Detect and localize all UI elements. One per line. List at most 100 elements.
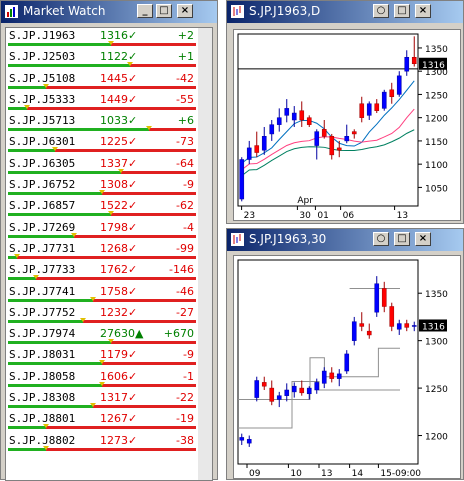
symbol-label: S.JP.J6752 <box>9 178 76 192</box>
close-button[interactable]: × <box>415 4 431 18</box>
market-watch-row[interactable]: S.JP.J7741 1758✓ -46 <box>6 284 212 305</box>
market-watch-title: Market Watch <box>23 4 106 18</box>
price-value: 1308✓ <box>100 178 138 192</box>
triangle-marker-icon <box>99 360 105 365</box>
market-watch-row[interactable]: S.JP.J6857 1522✓ -62 <box>6 198 212 219</box>
maximize-button[interactable]: □ <box>156 4 172 18</box>
daily-chart-title: S.JP.J1963,D <box>249 4 321 18</box>
maximize-button[interactable]: □ <box>394 232 410 246</box>
triangle-marker-icon <box>108 211 115 216</box>
candle-body <box>299 387 305 394</box>
triangle-marker-icon <box>99 190 105 195</box>
range-bar <box>8 339 196 345</box>
intraday-chart-pane[interactable]: 1350 1300 1250 1200 09 10 13 14 15-09:00 1316 <box>233 255 461 479</box>
market-watch-row[interactable]: S.JP.J5713 1033✓ +6 <box>6 113 212 134</box>
price-value: 1317✓ <box>100 391 138 405</box>
price-value: 1762✓ <box>100 263 138 277</box>
maximize-button[interactable]: □ <box>394 4 410 18</box>
close-button[interactable]: × <box>177 4 193 18</box>
x-tick-label: 09 <box>249 469 261 478</box>
range-bar <box>8 41 196 46</box>
market-watch-row[interactable]: S.JP.J7731 1268✓ -99 <box>6 241 212 262</box>
y-tick-label: 1350 <box>425 45 448 55</box>
candle-body <box>374 103 380 111</box>
candle-body <box>389 89 395 98</box>
change-value: -46 <box>176 284 194 298</box>
symbol-label: S.JP.J7741 <box>9 284 76 298</box>
symbol-label: S.JP.J7733 <box>9 263 76 277</box>
close-button[interactable]: × <box>415 232 431 246</box>
symbol-label: S.JP.J6305 <box>9 156 76 170</box>
daily-chart-titlebar[interactable]: S.JP.J1963,D ○ □ × <box>227 1 463 23</box>
x-tick-label: 13 <box>397 211 408 220</box>
triangle-marker-icon <box>99 381 105 386</box>
market-watch-row[interactable]: S.JP.J7974 27630▲ +670 <box>6 326 212 347</box>
price-value: 1273✓ <box>100 433 138 447</box>
scrollbar[interactable] <box>198 28 212 480</box>
x-tick-label: 01 <box>317 211 328 220</box>
month-label: Apr <box>297 196 313 206</box>
daily-candlestick-chart: 135013001250120011501100105023 30 01 06 13Ap… <box>237 33 448 220</box>
candle-body <box>314 131 320 146</box>
market-watch-row[interactable]: S.JP.J5108 1445✓ -42 <box>6 71 212 92</box>
restore-button[interactable]: ○ <box>373 4 389 18</box>
triangle-marker-icon <box>70 232 77 237</box>
intraday-chart-title: S.JP.J1963,30 <box>249 232 327 246</box>
candle-body <box>254 145 260 153</box>
market-watch-row[interactable]: S.JP.J7269 1798✓ -4 <box>6 220 212 241</box>
triangle-marker-icon <box>14 253 21 258</box>
candle-body <box>344 136 350 142</box>
triangle-marker-icon <box>80 317 87 322</box>
price-value: 1522✓ <box>100 199 138 213</box>
market-watch-row[interactable]: S.JP.J6752 1308✓ -9 <box>6 177 212 198</box>
candle-body <box>396 75 402 95</box>
candle-body <box>359 103 365 118</box>
candle-body <box>381 91 387 109</box>
symbol-label: S.JP.J5333 <box>9 92 76 106</box>
candle-body <box>366 103 372 116</box>
market-watch-row[interactable]: S.JP.J7752 1232✓ -27 <box>6 305 212 326</box>
candle-body <box>389 306 395 327</box>
price-value: 1449✓ <box>100 92 138 106</box>
market-watch-row[interactable]: S.JP.J6305 1337✓ -64 <box>6 156 212 177</box>
x-tick-label: 10 <box>290 469 302 478</box>
market-watch-row[interactable]: S.JP.J8801 1267✓ -19 <box>6 411 212 432</box>
market-watch-list[interactable]: S.JP.J1963 1316✓ +2 S.JP.J2503 1122✓ +1 S.JP.J… <box>5 27 213 481</box>
candle-body <box>344 353 350 372</box>
market-watch-row[interactable]: S.JP.J1963 1316✓ +2 <box>6 28 212 49</box>
change-value: -73 <box>176 135 194 149</box>
change-value: -38 <box>176 433 194 447</box>
intraday-candlestick-chart: 1350 1300 1250 1200 09 10 13 14 15-09:00 1316 <box>237 259 448 478</box>
market-watch-row[interactable]: S.JP.J8802 1273✓ -38 <box>6 433 212 454</box>
candle-body <box>411 56 417 65</box>
price-value: 1179✓ <box>100 348 138 362</box>
chart-icon <box>231 233 244 246</box>
change-value: -22 <box>176 391 194 405</box>
x-tick-label: 30 <box>299 211 311 220</box>
price-value: 1232✓ <box>100 305 138 319</box>
market-watch-row[interactable]: S.JP.J6301 1225✓ -73 <box>6 134 212 155</box>
daily-chart-pane[interactable]: 1350 1300 1250 1200 1150 1100 1050 23 30 01 06 13 Ap… <box>233 29 461 221</box>
change-value: +2 <box>177 29 194 42</box>
market-watch-row[interactable]: S.JP.J5333 1449✓ -55 <box>6 92 212 113</box>
market-watch-row[interactable]: S.JP.J7733 1762✓ -146 <box>6 262 212 283</box>
intraday-chart-titlebar[interactable]: S.JP.J1963,30 ○ □ × <box>227 229 463 251</box>
symbol-label: S.JP.J8058 <box>9 369 76 383</box>
range-bar <box>8 126 196 132</box>
intraday-chart-window: S.JP.J1963,30 ○ □ × 1350 1300 1250 1200 09 10… <box>226 228 464 480</box>
restore-button[interactable]: ○ <box>373 232 389 246</box>
minimize-button[interactable]: _ <box>137 4 153 18</box>
candle-body <box>336 373 342 379</box>
candle-body <box>351 321 357 341</box>
price-value: 1225✓ <box>100 135 138 149</box>
candle-body <box>351 131 357 135</box>
market-watch-row[interactable]: S.JP.J8308 1317✓ -22 <box>6 390 212 411</box>
market-watch-row[interactable]: S.JP.J8031 1179✓ -9 <box>6 347 212 368</box>
market-watch-row[interactable]: S.JP.J8058 1606✓ -1 <box>6 369 212 390</box>
change-value: +1 <box>177 50 194 64</box>
y-tick-label: 1250 <box>425 91 448 101</box>
market-watch-row[interactable]: S.JP.J2503 1122✓ +1 <box>6 49 212 70</box>
range-bar <box>8 296 196 302</box>
candle-body <box>254 380 260 398</box>
market-watch-titlebar[interactable]: Market Watch _ □ × <box>1 1 217 23</box>
